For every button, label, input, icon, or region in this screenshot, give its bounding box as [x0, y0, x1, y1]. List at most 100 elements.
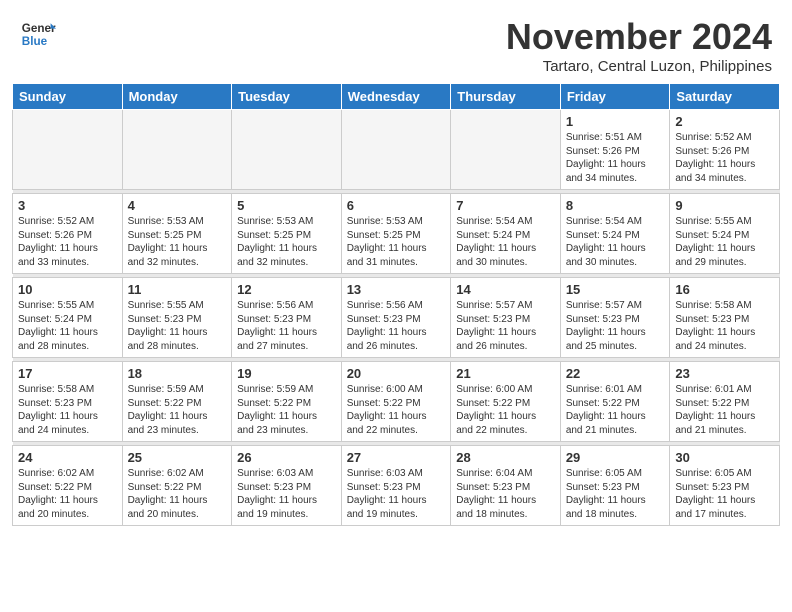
day-number: 4 [128, 198, 227, 213]
cell-info: Sunrise: 6:05 AM Sunset: 5:23 PM Dayligh… [566, 467, 665, 521]
calendar-header-monday: Monday [122, 84, 232, 110]
cell-info: Sunrise: 5:55 AM Sunset: 5:23 PM Dayligh… [128, 299, 227, 353]
cell-info: Sunrise: 5:53 AM Sunset: 5:25 PM Dayligh… [347, 215, 446, 269]
cell-info: Sunrise: 6:01 AM Sunset: 5:22 PM Dayligh… [566, 383, 665, 437]
day-number: 3 [18, 198, 117, 213]
calendar-cell: 26Sunrise: 6:03 AM Sunset: 5:23 PM Dayli… [232, 446, 342, 526]
calendar-cell: 11Sunrise: 5:55 AM Sunset: 5:23 PM Dayli… [122, 278, 232, 358]
day-number: 13 [347, 282, 446, 297]
day-number: 21 [456, 366, 555, 381]
cell-info: Sunrise: 5:59 AM Sunset: 5:22 PM Dayligh… [237, 383, 336, 437]
calendar-cell: 2 Sunrise: 5:52 AM Sunset: 5:26 PM Daylig… [670, 110, 780, 190]
title-block: November 2024 Tartaro, Central Luzon, Ph… [506, 16, 772, 75]
calendar-cell: 28 Sunrise: 6:04 AM Sunset: 5:23 PM Dayli… [451, 446, 561, 526]
logo-icon: General Blue [20, 16, 56, 52]
calendar-week-row: 3Sunrise: 5:52 AM Sunset: 5:26 PM Daylig… [13, 194, 780, 274]
day-number: 28 [456, 450, 555, 465]
calendar-cell: 5 Sunrise: 5:53 AM Sunset: 5:25 PM Daylig… [232, 194, 342, 274]
cell-info: Sunrise: 5:57 AM Sunset: 5:23 PM Dayligh… [456, 299, 555, 353]
day-number: 15 [566, 282, 665, 297]
calendar-cell: 22 Sunrise: 6:01 AM Sunset: 5:22 PM Dayli… [560, 362, 670, 442]
day-number: 29 [566, 450, 665, 465]
cell-info: Sunrise: 6:01 AM Sunset: 5:22 PM Dayligh… [675, 383, 774, 437]
page-header: General Blue November 2024 Tartaro, Cent… [0, 0, 792, 83]
cell-info: Sunrise: 5:55 AM Sunset: 5:24 PM Dayligh… [18, 299, 117, 353]
cell-info: Sunrise: 5:58 AM Sunset: 5:23 PM Dayligh… [18, 383, 117, 437]
cell-info: Sunrise: 6:00 AM Sunset: 5:22 PM Dayligh… [347, 383, 446, 437]
calendar-cell [341, 110, 451, 190]
cell-info: Sunrise: 5:56 AM Sunset: 5:23 PM Dayligh… [347, 299, 446, 353]
day-number: 25 [128, 450, 227, 465]
calendar-cell: 3Sunrise: 5:52 AM Sunset: 5:26 PM Daylig… [13, 194, 123, 274]
calendar-cell: 27 Sunrise: 6:03 AM Sunset: 5:23 PM Dayli… [341, 446, 451, 526]
calendar-cell [451, 110, 561, 190]
day-number: 26 [237, 450, 336, 465]
day-number: 2 [675, 114, 774, 129]
cell-info: Sunrise: 6:03 AM Sunset: 5:23 PM Dayligh… [347, 467, 446, 521]
svg-text:Blue: Blue [22, 35, 48, 48]
logo: General Blue [20, 16, 56, 52]
calendar-cell: 10 Sunrise: 5:55 AM Sunset: 5:24 PM Dayli… [13, 278, 123, 358]
day-number: 23 [675, 366, 774, 381]
cell-info: Sunrise: 5:54 AM Sunset: 5:24 PM Dayligh… [566, 215, 665, 269]
calendar-header-tuesday: Tuesday [232, 84, 342, 110]
day-number: 18 [128, 366, 227, 381]
calendar-cell: 17 Sunrise: 5:58 AM Sunset: 5:23 PM Dayli… [13, 362, 123, 442]
calendar-header-row: SundayMondayTuesdayWednesdayThursdayFrid… [13, 84, 780, 110]
cell-info: Sunrise: 5:52 AM Sunset: 5:26 PM Dayligh… [675, 131, 774, 185]
calendar-cell: 23 Sunrise: 6:01 AM Sunset: 5:22 PM Dayli… [670, 362, 780, 442]
calendar-week-row: 24 Sunrise: 6:02 AM Sunset: 5:22 PM Dayli… [13, 446, 780, 526]
cell-info: Sunrise: 5:53 AM Sunset: 5:25 PM Dayligh… [128, 215, 227, 269]
calendar-cell: 6 Sunrise: 5:53 AM Sunset: 5:25 PM Daylig… [341, 194, 451, 274]
calendar-table: SundayMondayTuesdayWednesdayThursdayFrid… [12, 83, 780, 526]
cell-info: Sunrise: 5:55 AM Sunset: 5:24 PM Dayligh… [675, 215, 774, 269]
calendar-cell: 14Sunrise: 5:57 AM Sunset: 5:23 PM Dayli… [451, 278, 561, 358]
calendar-cell: 30Sunrise: 6:05 AM Sunset: 5:23 PM Dayli… [670, 446, 780, 526]
day-number: 10 [18, 282, 117, 297]
calendar-cell: 1 Sunrise: 5:51 AM Sunset: 5:26 PM Daylig… [560, 110, 670, 190]
cell-info: Sunrise: 5:54 AM Sunset: 5:24 PM Dayligh… [456, 215, 555, 269]
calendar-cell: 29 Sunrise: 6:05 AM Sunset: 5:23 PM Dayli… [560, 446, 670, 526]
calendar-week-row: 10 Sunrise: 5:55 AM Sunset: 5:24 PM Dayli… [13, 278, 780, 358]
cell-info: Sunrise: 5:57 AM Sunset: 5:23 PM Dayligh… [566, 299, 665, 353]
calendar-cell: 25Sunrise: 6:02 AM Sunset: 5:22 PM Dayli… [122, 446, 232, 526]
month-title: November 2024 [506, 16, 772, 58]
cell-info: Sunrise: 5:51 AM Sunset: 5:26 PM Dayligh… [566, 131, 665, 185]
day-number: 17 [18, 366, 117, 381]
location: Tartaro, Central Luzon, Philippines [506, 58, 772, 75]
cell-info: Sunrise: 5:58 AM Sunset: 5:23 PM Dayligh… [675, 299, 774, 353]
calendar-cell: 21 Sunrise: 6:00 AM Sunset: 5:22 PM Dayli… [451, 362, 561, 442]
day-number: 27 [347, 450, 446, 465]
cell-info: Sunrise: 5:59 AM Sunset: 5:22 PM Dayligh… [128, 383, 227, 437]
day-number: 22 [566, 366, 665, 381]
calendar-header-sunday: Sunday [13, 84, 123, 110]
day-number: 24 [18, 450, 117, 465]
cell-info: Sunrise: 5:53 AM Sunset: 5:25 PM Dayligh… [237, 215, 336, 269]
calendar-cell: 7Sunrise: 5:54 AM Sunset: 5:24 PM Daylig… [451, 194, 561, 274]
calendar-header-wednesday: Wednesday [341, 84, 451, 110]
calendar-week-row: 17 Sunrise: 5:58 AM Sunset: 5:23 PM Dayli… [13, 362, 780, 442]
calendar-cell: 16Sunrise: 5:58 AM Sunset: 5:23 PM Dayli… [670, 278, 780, 358]
calendar-week-row: 1 Sunrise: 5:51 AM Sunset: 5:26 PM Daylig… [13, 110, 780, 190]
cell-info: Sunrise: 6:05 AM Sunset: 5:23 PM Dayligh… [675, 467, 774, 521]
calendar-cell: 19 Sunrise: 5:59 AM Sunset: 5:22 PM Dayli… [232, 362, 342, 442]
cell-info: Sunrise: 6:04 AM Sunset: 5:23 PM Dayligh… [456, 467, 555, 521]
day-number: 8 [566, 198, 665, 213]
day-number: 6 [347, 198, 446, 213]
calendar-cell [122, 110, 232, 190]
calendar-header-saturday: Saturday [670, 84, 780, 110]
calendar-cell: 4 Sunrise: 5:53 AM Sunset: 5:25 PM Daylig… [122, 194, 232, 274]
day-number: 1 [566, 114, 665, 129]
calendar-cell: 9Sunrise: 5:55 AM Sunset: 5:24 PM Daylig… [670, 194, 780, 274]
cell-info: Sunrise: 6:00 AM Sunset: 5:22 PM Dayligh… [456, 383, 555, 437]
calendar-cell [232, 110, 342, 190]
cell-info: Sunrise: 5:56 AM Sunset: 5:23 PM Dayligh… [237, 299, 336, 353]
calendar-header-thursday: Thursday [451, 84, 561, 110]
day-number: 19 [237, 366, 336, 381]
cell-info: Sunrise: 6:02 AM Sunset: 5:22 PM Dayligh… [18, 467, 117, 521]
calendar-cell [13, 110, 123, 190]
day-number: 5 [237, 198, 336, 213]
day-number: 12 [237, 282, 336, 297]
calendar-cell: 13 Sunrise: 5:56 AM Sunset: 5:23 PM Dayli… [341, 278, 451, 358]
calendar-cell: 18 Sunrise: 5:59 AM Sunset: 5:22 PM Dayli… [122, 362, 232, 442]
